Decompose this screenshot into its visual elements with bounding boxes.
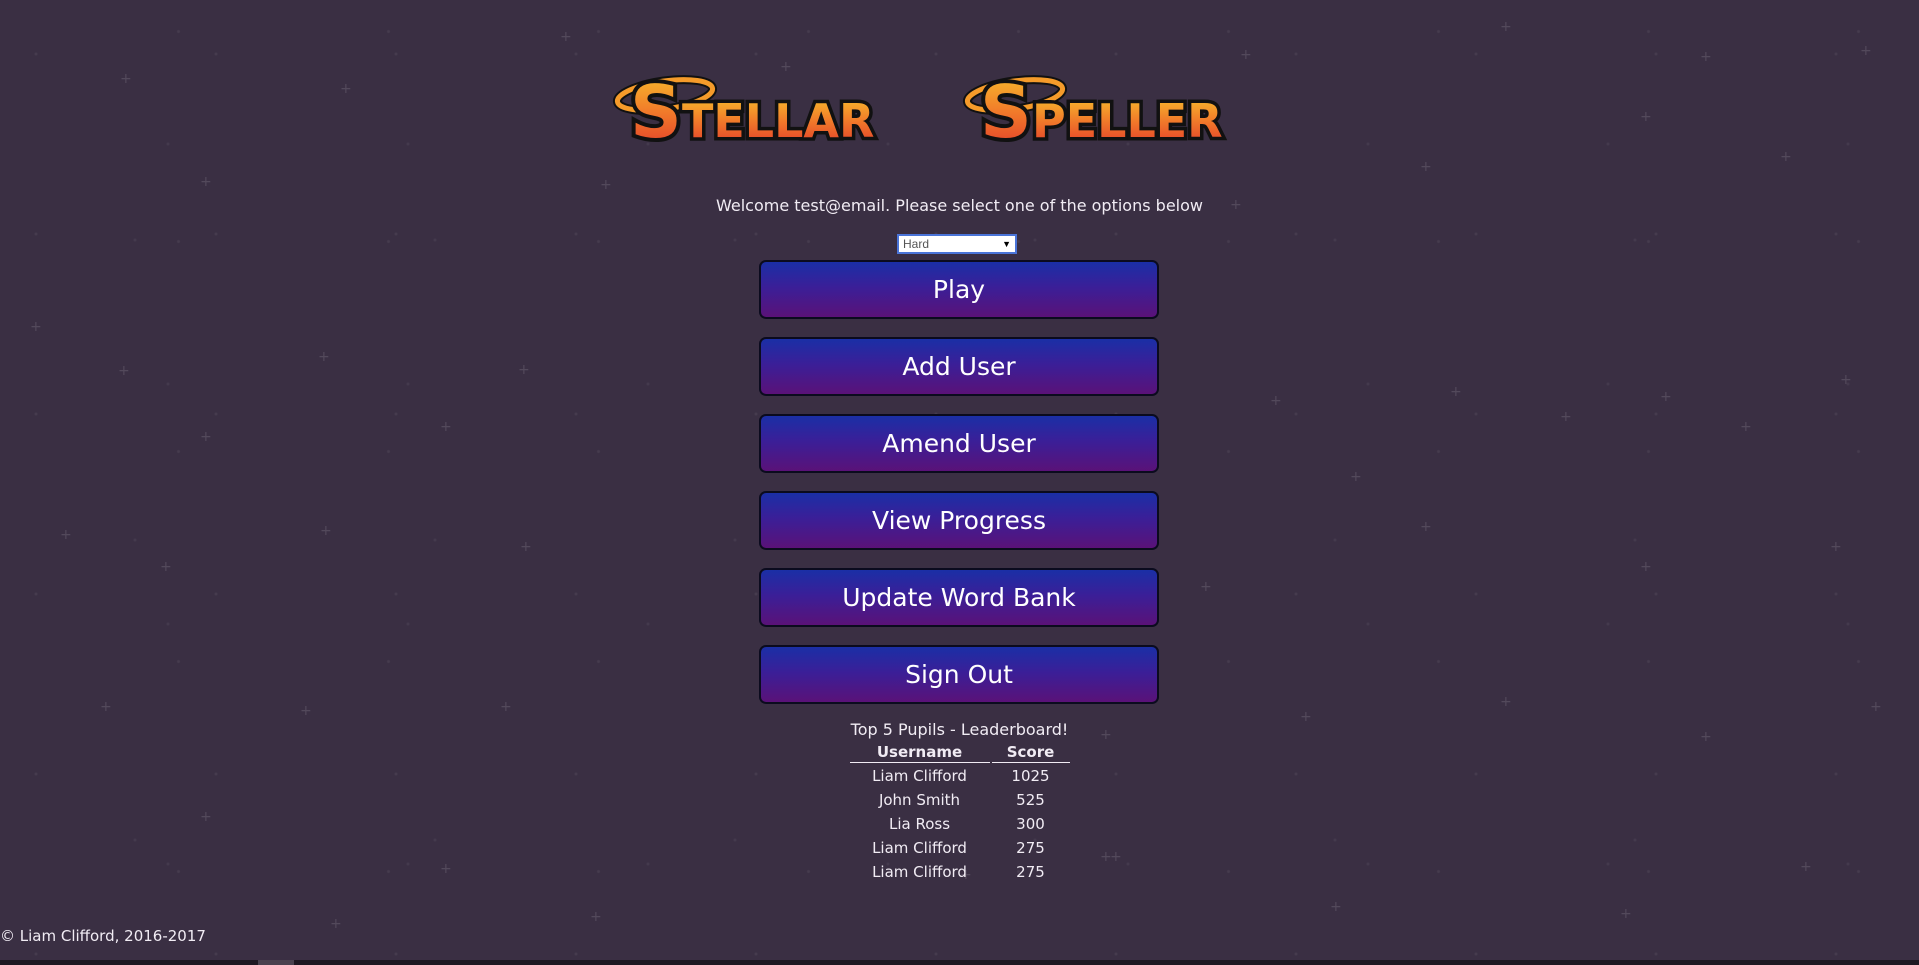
star-decoration: + — [1840, 372, 1852, 388]
score-cell: 525 — [1016, 790, 1045, 809]
update-word-bank-button[interactable]: Update Word Bank — [759, 568, 1159, 627]
amend-user-button[interactable]: Amend User — [759, 414, 1159, 473]
star-decoration: + — [1870, 699, 1882, 715]
star-decoration: + — [1830, 539, 1842, 555]
star-decoration: + — [1200, 579, 1212, 595]
logo-word-speller: S S PELLER PELLER — [962, 66, 1226, 155]
star-decoration: + — [1660, 389, 1672, 405]
score-cell: 300 — [1016, 814, 1045, 833]
score-cell: 1025 — [1011, 766, 1050, 785]
star-decoration: + — [1560, 409, 1572, 425]
star-decoration: + — [30, 319, 42, 335]
star-decoration: + — [1620, 906, 1632, 922]
star-decoration: + — [320, 523, 332, 539]
star-decoration: + — [1420, 519, 1432, 535]
star-decoration: + — [300, 703, 312, 719]
username-cell: Liam Clifford — [872, 766, 967, 785]
star-decoration: + — [60, 527, 72, 543]
table-row: Lia Ross 300 — [850, 811, 1070, 835]
username-cell: Lia Ross — [888, 814, 951, 833]
horizontal-scrollbar[interactable] — [0, 960, 1919, 965]
table-row: Liam Clifford 275 — [850, 835, 1070, 859]
difficulty-selected-value: Hard — [903, 237, 930, 251]
star-decoration: + — [1500, 19, 1512, 35]
score-cell: 275 — [1016, 862, 1045, 881]
svg-text:PELLER: PELLER — [1032, 94, 1223, 148]
star-decoration: + — [600, 177, 612, 193]
username-cell: John Smith — [878, 790, 961, 809]
star-decoration: + — [518, 362, 530, 378]
add-user-button[interactable]: Add User — [759, 337, 1159, 396]
copyright-footer: © Liam Clifford, 2016-2017 — [0, 927, 206, 945]
star-decoration: + — [1330, 899, 1342, 915]
logo-word-stellar: S S TELLAR TELLAR — [612, 66, 877, 155]
column-header-score: Score — [991, 743, 1070, 763]
star-decoration: + — [160, 559, 172, 575]
star-decoration: + — [1350, 469, 1362, 485]
username-cell: Liam Clifford — [872, 838, 967, 857]
page: + + + + + + + + + + + + + + + + + + + + + + + + + + + + + + + + + + + + + + + +… — [0, 0, 1919, 965]
column-header-username: Username — [849, 743, 990, 763]
star-decoration: + — [200, 429, 212, 445]
star-decoration: + — [520, 539, 532, 555]
svg-text:S: S — [980, 70, 1032, 154]
table-row: Liam Clifford 1025 — [850, 763, 1070, 787]
stellar-speller-logo: S S TELLAR TELLAR S S PELLER PELLER — [0, 55, 1919, 155]
table-row: Liam Clifford 275 — [850, 859, 1070, 883]
star-decoration: + — [1450, 384, 1462, 400]
sign-out-button[interactable]: Sign Out — [759, 645, 1159, 704]
star-decoration: + — [200, 174, 212, 190]
star-decoration: + — [500, 699, 512, 715]
star-decoration: + — [1500, 694, 1512, 710]
leaderboard: Top 5 Pupils - Leaderboard! Username Sco… — [0, 720, 1919, 883]
star-decoration: + — [590, 909, 602, 925]
welcome-message: Welcome test@email. Please select one of… — [716, 196, 1203, 215]
star-decoration: + — [1420, 159, 1432, 175]
svg-text:TELLAR: TELLAR — [682, 94, 874, 148]
leaderboard-table: Username Score Liam Clifford 1025 John S… — [848, 743, 1072, 883]
star-decoration: + — [440, 419, 452, 435]
star-decoration: + — [560, 29, 572, 45]
star-decoration: + — [100, 699, 112, 715]
svg-text:S: S — [630, 70, 682, 154]
star-decoration: + — [330, 916, 342, 932]
star-decoration: + — [1740, 419, 1752, 435]
dropdown-arrow-icon: ▼ — [1002, 239, 1011, 249]
view-progress-button[interactable]: View Progress — [759, 491, 1159, 550]
star-decoration: + — [1270, 393, 1282, 409]
star-decoration: + — [1640, 559, 1652, 575]
username-cell: Liam Clifford — [872, 862, 967, 881]
leaderboard-title: Top 5 Pupils - Leaderboard! — [850, 720, 1069, 739]
star-decoration: + — [118, 363, 130, 379]
table-row: John Smith 525 — [850, 787, 1070, 811]
star-decoration: + — [318, 349, 330, 365]
play-button[interactable]: Play — [759, 260, 1159, 319]
difficulty-select[interactable]: Hard ▼ — [897, 234, 1017, 254]
score-cell: 275 — [1016, 838, 1045, 857]
scrollbar-thumb[interactable] — [258, 960, 294, 965]
